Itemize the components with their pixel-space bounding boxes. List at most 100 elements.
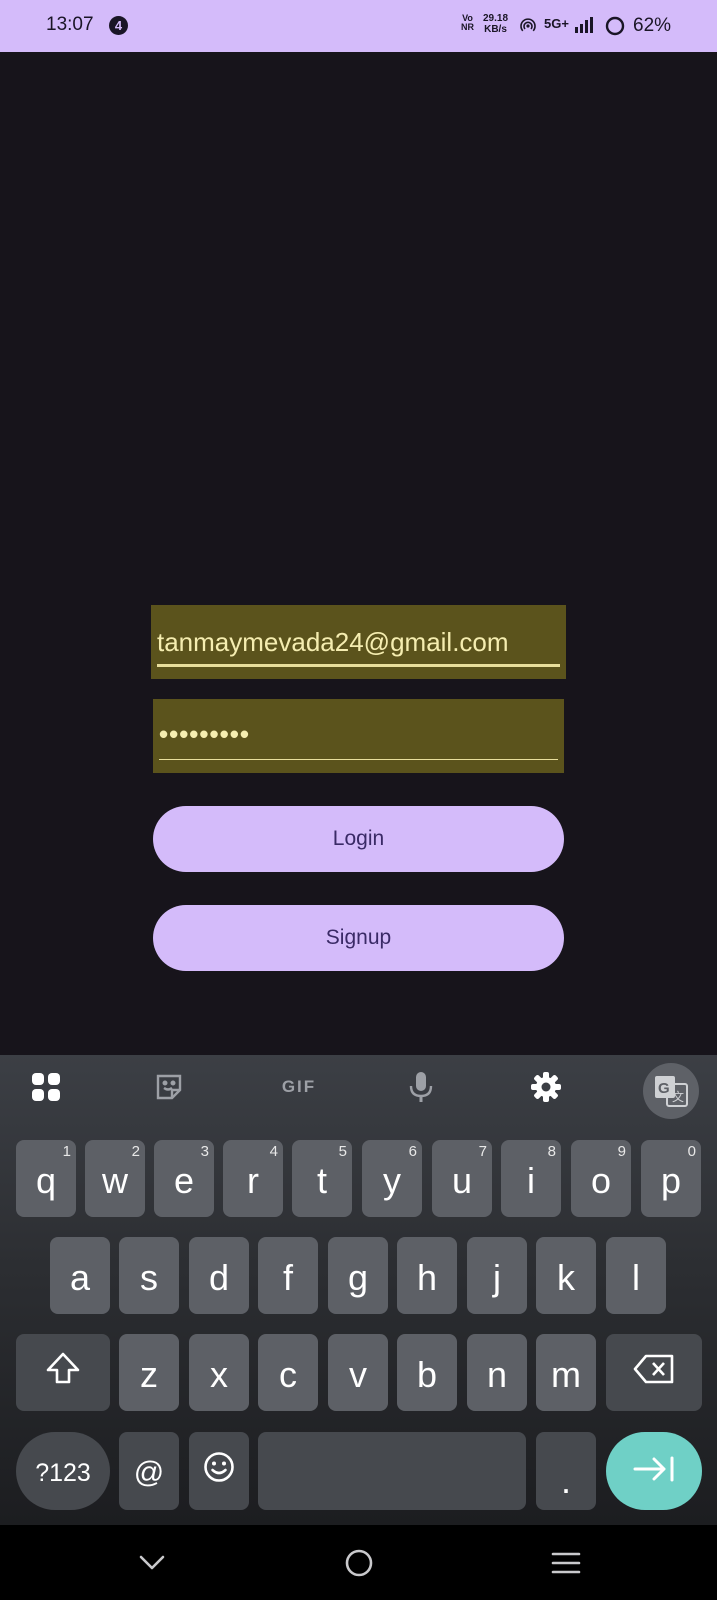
at-label: @ [133, 1456, 165, 1489]
battery-icon [605, 16, 625, 41]
key-h[interactable]: h [397, 1237, 457, 1314]
volte-indicator: Vo NR [461, 14, 474, 32]
key-label: z [140, 1353, 158, 1395]
key-w[interactable]: w2 [85, 1140, 145, 1217]
key-label: v [349, 1353, 367, 1395]
svg-text:文: 文 [672, 1089, 684, 1104]
password-input-value[interactable]: ••••••••• [159, 719, 558, 750]
home-circle-icon[interactable] [339, 1547, 379, 1579]
key-hint: 4 [269, 1143, 278, 1160]
shift-icon [45, 1351, 81, 1394]
signup-button[interactable]: Signup [153, 905, 564, 971]
backspace-icon [633, 1352, 675, 1394]
key-l[interactable]: l [606, 1237, 666, 1314]
key-label: l [632, 1256, 640, 1298]
key-v[interactable]: v [328, 1334, 388, 1411]
password-underline [159, 759, 558, 760]
key-g[interactable]: g [328, 1237, 388, 1314]
microphone-icon[interactable] [401, 1071, 441, 1103]
key-i[interactable]: i8 [501, 1140, 561, 1217]
key-label: y [383, 1159, 401, 1201]
key-r[interactable]: r4 [223, 1140, 283, 1217]
key-hint: 5 [338, 1143, 347, 1160]
key-m[interactable]: m [536, 1334, 596, 1411]
next-arrow-icon [632, 1454, 676, 1489]
battery-percentage: 62% [633, 15, 672, 36]
key-label: i [527, 1159, 535, 1201]
navigation-bar [0, 1525, 717, 1600]
space-key[interactable] [258, 1432, 526, 1510]
key-j[interactable]: j [467, 1237, 527, 1314]
recents-menu-icon[interactable] [546, 1547, 586, 1579]
status-bar: 13:07 4 Vo NR 29.18 KB/s 5G+ 62% [0, 0, 717, 52]
emoji-key[interactable] [189, 1432, 249, 1510]
key-a[interactable]: a [50, 1237, 110, 1314]
symbols-label: ?123 [35, 1458, 91, 1487]
key-label: b [416, 1353, 438, 1395]
email-input-value[interactable]: tanmaymevada24@gmail.com [157, 627, 560, 658]
key-label: k [557, 1256, 575, 1298]
volte-line2: NR [461, 22, 474, 32]
key-label: m [551, 1353, 581, 1395]
key-p[interactable]: p0 [641, 1140, 701, 1217]
key-k[interactable]: k [536, 1237, 596, 1314]
key-hint: 8 [547, 1143, 556, 1160]
key-label: e [173, 1159, 195, 1201]
password-field[interactable]: ••••••••• [153, 699, 564, 773]
key-y[interactable]: y6 [362, 1140, 422, 1217]
key-label: o [590, 1159, 612, 1201]
translate-icon[interactable]: G文 [643, 1063, 699, 1119]
key-hint: 7 [478, 1143, 487, 1160]
key-b[interactable]: b [397, 1334, 457, 1411]
key-label: q [35, 1159, 57, 1201]
sticker-icon[interactable] [149, 1071, 189, 1103]
gif-button[interactable]: GIF [274, 1071, 324, 1103]
key-label: h [416, 1256, 438, 1298]
key-s[interactable]: s [119, 1237, 179, 1314]
shift-key[interactable] [16, 1334, 110, 1411]
period-label: . [560, 1460, 571, 1501]
email-field[interactable]: tanmaymevada24@gmail.com [151, 605, 566, 679]
key-hint: 0 [687, 1143, 696, 1160]
apps-grid-icon[interactable] [26, 1071, 66, 1103]
key-label: t [316, 1159, 327, 1201]
network-type: 5G+ [544, 16, 569, 31]
keyboard-toolbar: GIF G文 [0, 1055, 717, 1119]
key-o[interactable]: o9 [571, 1140, 631, 1217]
key-c[interactable]: c [258, 1334, 318, 1411]
network-speed: 29.18 KB/s [483, 13, 508, 35]
key-label: d [208, 1256, 230, 1298]
key-label: s [140, 1256, 158, 1298]
key-z[interactable]: z [119, 1334, 179, 1411]
key-label: x [210, 1353, 228, 1395]
back-chevron-icon[interactable] [132, 1547, 172, 1579]
key-label: j [493, 1256, 501, 1298]
key-label: f [282, 1256, 293, 1298]
key-hint: 6 [408, 1143, 417, 1160]
key-u[interactable]: u7 [432, 1140, 492, 1217]
key-e[interactable]: e3 [154, 1140, 214, 1217]
key-t[interactable]: t5 [292, 1140, 352, 1217]
svg-text:G: G [658, 1080, 670, 1097]
next-field-button[interactable] [606, 1432, 702, 1510]
email-underline [157, 664, 560, 667]
key-d[interactable]: d [189, 1237, 249, 1314]
period-key[interactable]: . [536, 1432, 596, 1510]
key-label: u [451, 1159, 473, 1201]
emoji-icon [203, 1450, 235, 1492]
key-n[interactable]: n [467, 1334, 527, 1411]
key-label: g [347, 1256, 369, 1298]
gear-icon[interactable] [526, 1071, 566, 1103]
key-q[interactable]: q1 [16, 1140, 76, 1217]
key-x[interactable]: x [189, 1334, 249, 1411]
login-button[interactable]: Login [153, 806, 564, 872]
key-f[interactable]: f [258, 1237, 318, 1314]
key-label: p [660, 1159, 682, 1201]
backspace-key[interactable] [606, 1334, 702, 1411]
symbols-key[interactable]: ?123 [16, 1432, 110, 1510]
key-label: c [279, 1353, 297, 1395]
key-label: r [247, 1159, 259, 1201]
key-hint: 9 [617, 1143, 626, 1160]
key-hint: 2 [131, 1143, 140, 1160]
at-key[interactable]: @ [119, 1432, 179, 1510]
